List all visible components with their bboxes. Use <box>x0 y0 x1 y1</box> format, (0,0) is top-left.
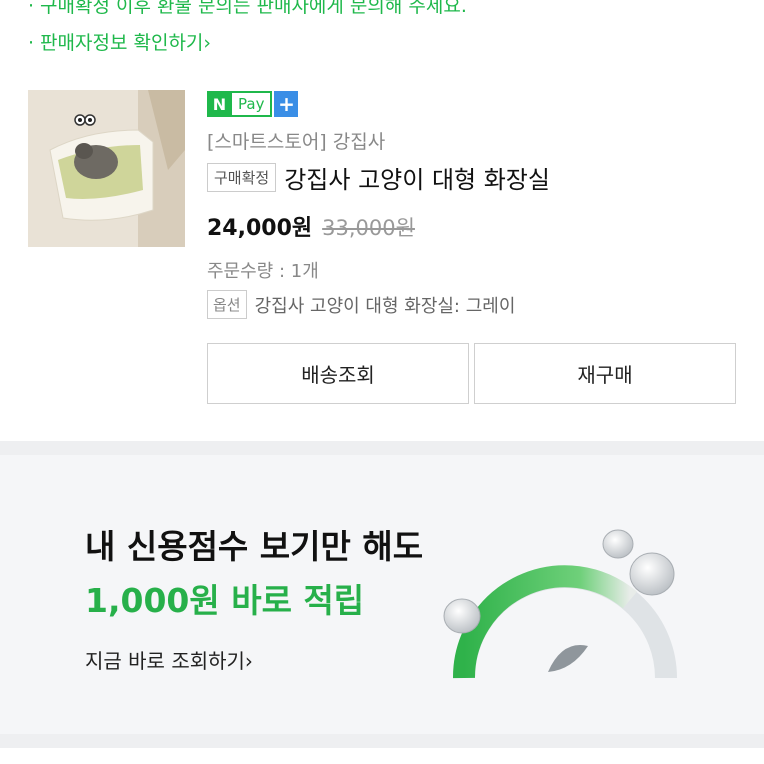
seller-info-link[interactable]: · 판매자정보 확인하기› <box>28 28 211 55</box>
banner-cta-label[interactable]: 지금 바로 조회하기 <box>85 649 245 673</box>
npay-logo-icon: N <box>207 91 232 117</box>
original-price: 33,000원 <box>322 216 415 240</box>
section-divider <box>0 734 764 748</box>
option-badge: 옵션 <box>207 290 247 319</box>
price-row: 24,000원 33,000원 <box>207 210 415 242</box>
credit-gauge-icon <box>443 529 677 679</box>
seller-info-label[interactable]: 판매자정보 확인하기 <box>40 32 203 54</box>
option-value: 강집사 고양이 대형 화장실: 그레이 <box>254 295 516 317</box>
product-title-row[interactable]: 구매확정 강집사 고양이 대형 화장실 <box>207 160 550 195</box>
sale-price: 24,000원 <box>207 216 313 241</box>
banner-reward: 1,000원 바로 적립 <box>85 581 365 620</box>
shipping-tracking-button[interactable]: 배송조회 <box>207 343 469 404</box>
litter-box-image <box>28 90 185 247</box>
refund-notice: · 구매확정 이후 환불 문의는 판매자에게 문의해 주세요. <box>28 0 467 18</box>
chevron-right-icon: › <box>244 649 253 673</box>
refund-notice-text: 구매확정 이후 환불 문의는 판매자에게 문의해 주세요. <box>40 0 467 17</box>
store-name[interactable]: [스마트스토어] 강집사 <box>207 127 385 154</box>
plus-icon: + <box>274 91 299 117</box>
rebuy-button[interactable]: 재구매 <box>474 343 736 404</box>
order-quantity: 주문수량 : 1개 <box>207 261 319 282</box>
banner-headline: 내 신용점수 보기만 해도 <box>85 527 424 566</box>
section-divider <box>0 441 764 455</box>
npay-plus-badge: N Pay + <box>207 91 299 117</box>
product-title[interactable]: 강집사 고양이 대형 화장실 <box>284 160 550 195</box>
option-row: 옵션 강집사 고양이 대형 화장실: 그레이 <box>207 290 515 319</box>
product-thumbnail[interactable] <box>28 90 185 247</box>
npay-label: Pay <box>232 91 273 117</box>
bullet: · <box>28 0 35 17</box>
bullet: · <box>28 32 35 54</box>
chevron-right-icon: › <box>203 32 212 54</box>
banner-cta-link[interactable]: 지금 바로 조회하기› <box>85 645 253 674</box>
status-badge: 구매확정 <box>207 163 277 192</box>
